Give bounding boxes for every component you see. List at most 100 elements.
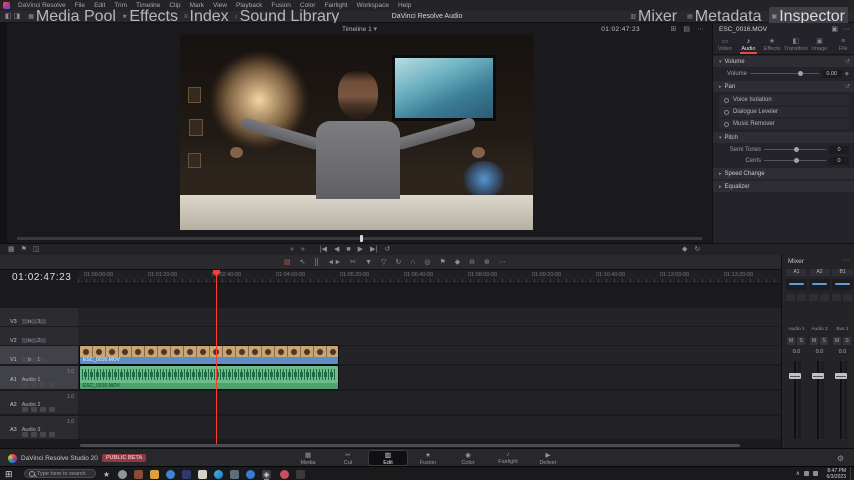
track-autoselect-icon[interactable] xyxy=(31,432,37,437)
page-cut[interactable]: ✂ Cut xyxy=(328,450,368,466)
track-mute-icon[interactable] xyxy=(40,382,46,387)
menu-workspace[interactable]: Workspace xyxy=(353,2,393,9)
taskbar-resolve-active-icon[interactable]: ◈ xyxy=(262,470,271,479)
track-lane-a2[interactable] xyxy=(78,391,781,414)
page-deliver[interactable]: ▶ Deliver xyxy=(528,450,568,466)
track-header-a1[interactable]: A1Audio 1 1.0 xyxy=(0,366,78,389)
semi-tones-slider[interactable] xyxy=(764,149,826,150)
video-clip[interactable]: ESC_0016.MOV xyxy=(80,346,338,364)
cents-value[interactable]: 0 xyxy=(829,157,849,165)
pan-section-header[interactable]: ▸ Pan ↺ xyxy=(713,81,854,92)
track-lane-v3[interactable] xyxy=(78,308,781,326)
zoom-out-icon[interactable]: ⊖ xyxy=(469,259,475,266)
overwrite-clip-icon[interactable]: ▽ xyxy=(381,259,386,266)
taskbar-browser-icon[interactable] xyxy=(166,470,175,479)
jog-playhead[interactable] xyxy=(360,235,363,242)
solo-button[interactable]: S xyxy=(797,337,805,345)
linked-selection-icon[interactable]: ◎ xyxy=(424,259,430,266)
dynamics-widget[interactable] xyxy=(843,294,852,301)
zoom-in-icon[interactable]: ⊕ xyxy=(484,259,490,266)
dialogue-leveler-row[interactable]: Dialogue Leveler xyxy=(719,107,849,117)
solo-button[interactable]: S xyxy=(820,337,828,345)
mute-button[interactable]: M xyxy=(833,337,841,345)
flags-icon[interactable]: ⚑ xyxy=(21,246,27,253)
eq-widget[interactable] xyxy=(832,294,841,301)
track-header-v3[interactable]: V3Video 3 xyxy=(0,308,78,326)
tab-video[interactable]: ▭ Video xyxy=(713,35,737,54)
timeline-horizontal-scrollbar[interactable] xyxy=(80,444,740,447)
page-edit[interactable]: ▥ Edit xyxy=(368,450,408,466)
mute-button[interactable]: M xyxy=(787,337,795,345)
taskbar-app-person-icon[interactable] xyxy=(280,470,289,479)
track-lane-v2[interactable] xyxy=(78,327,781,345)
eq-widget[interactable] xyxy=(786,294,795,301)
taskbar-app-dark-icon[interactable] xyxy=(296,470,305,479)
page-fusion[interactable]: ★ Fusion xyxy=(408,450,448,466)
inspector-options-icon[interactable]: ⋯ xyxy=(843,26,850,33)
stop-button[interactable]: ■ xyxy=(346,246,350,253)
track-mute-icon[interactable] xyxy=(40,432,46,437)
solo-button[interactable]: S xyxy=(843,337,851,345)
page-fairlight[interactable]: ♪ Fairlight xyxy=(488,450,528,466)
timeline-timecode[interactable]: 01:02:47:23 xyxy=(12,272,71,283)
captions-icon[interactable]: ◫ xyxy=(33,246,40,253)
menu-help[interactable]: Help xyxy=(394,2,415,9)
music-remover-row[interactable]: Music Remover xyxy=(719,119,849,129)
track-autoselect-icon[interactable] xyxy=(31,382,37,387)
dialogue-leveler-toggle[interactable] xyxy=(724,110,729,115)
viewer-options-icon[interactable]: ⋯ xyxy=(697,26,704,33)
music-remover-toggle[interactable] xyxy=(724,122,729,127)
fader-handle[interactable] xyxy=(812,373,824,379)
network-icon[interactable] xyxy=(804,471,809,476)
mixer-options-icon[interactable]: ⋯ xyxy=(843,258,849,264)
tab-transition[interactable]: ◧ Transition xyxy=(784,35,808,54)
taskbar-app-light-icon[interactable] xyxy=(198,470,207,479)
equalizer-section-header[interactable]: ▸ Equalizer xyxy=(713,181,854,192)
fader-handle[interactable] xyxy=(789,373,801,379)
jog-right-icon[interactable]: » xyxy=(301,246,305,253)
speed-change-section-header[interactable]: ▸ Speed Change xyxy=(713,168,854,179)
pitch-section-header[interactable]: ▾ Pitch xyxy=(713,132,854,143)
track-lock-icon[interactable] xyxy=(22,357,28,362)
track-lock-icon[interactable] xyxy=(22,407,28,412)
taskbar-clock[interactable]: 8:47 PM 6/3/2023 xyxy=(827,468,846,480)
viewer-zoom-icon[interactable]: ▤ xyxy=(683,26,690,33)
track-autoselect-icon[interactable] xyxy=(31,357,37,362)
track-header-v1[interactable]: V1Video 1 xyxy=(0,346,78,364)
trim-edit-mode-icon[interactable]: ][ xyxy=(315,259,319,266)
tab-image[interactable]: ▣ Image xyxy=(808,35,832,54)
volume-icon[interactable] xyxy=(813,471,818,476)
taskbar-app-brown-icon[interactable] xyxy=(134,470,143,479)
track-mute-icon[interactable] xyxy=(40,407,46,412)
start-button[interactable]: ⊞ xyxy=(5,469,13,480)
replace-clip-icon[interactable]: ↻ xyxy=(395,259,401,266)
page-color[interactable]: ◉ Color xyxy=(448,450,488,466)
semi-tones-value[interactable]: 0 xyxy=(829,146,849,154)
track-lock-icon[interactable] xyxy=(22,319,28,324)
track-autoselect-icon[interactable] xyxy=(31,319,37,324)
selection-mode-icon[interactable]: ↖ xyxy=(300,259,306,266)
play-reverse-button[interactable]: ◀ xyxy=(334,246,339,253)
taskbar-file-explorer-icon[interactable] xyxy=(150,470,159,479)
taskbar-search[interactable]: Type here to search xyxy=(24,469,96,478)
timeline-view-options-icon[interactable]: ▤ xyxy=(284,259,291,266)
track-header-v2[interactable]: V2Video 2 xyxy=(0,327,78,345)
pan-reset-icon[interactable]: ↺ xyxy=(845,83,850,90)
insert-clip-icon[interactable]: ▼ xyxy=(365,259,372,266)
volume-section-header[interactable]: ▾ Volume ↺ xyxy=(713,56,854,67)
taskbar-app-slate-icon[interactable] xyxy=(230,470,239,479)
jog-left-icon[interactable]: « xyxy=(290,246,294,253)
viewer-jog-bar[interactable] xyxy=(17,237,702,240)
fader-handle[interactable] xyxy=(835,373,847,379)
viewer-overlay-icon[interactable]: ⊞ xyxy=(671,26,677,33)
dynamics-widget[interactable] xyxy=(797,294,806,301)
track-lock-icon[interactable] xyxy=(22,432,28,437)
loop-button[interactable]: ↺ xyxy=(384,246,390,253)
volume-reset-icon[interactable]: ↺ xyxy=(845,58,850,65)
volume-slider[interactable] xyxy=(750,73,819,74)
track-solo-icon[interactable] xyxy=(49,407,55,412)
panel-toggle-left-icon[interactable]: ◧ xyxy=(5,13,12,20)
system-tray[interactable]: ∧ xyxy=(796,470,818,477)
pan-control[interactable] xyxy=(832,279,853,290)
pan-control[interactable] xyxy=(786,279,807,290)
